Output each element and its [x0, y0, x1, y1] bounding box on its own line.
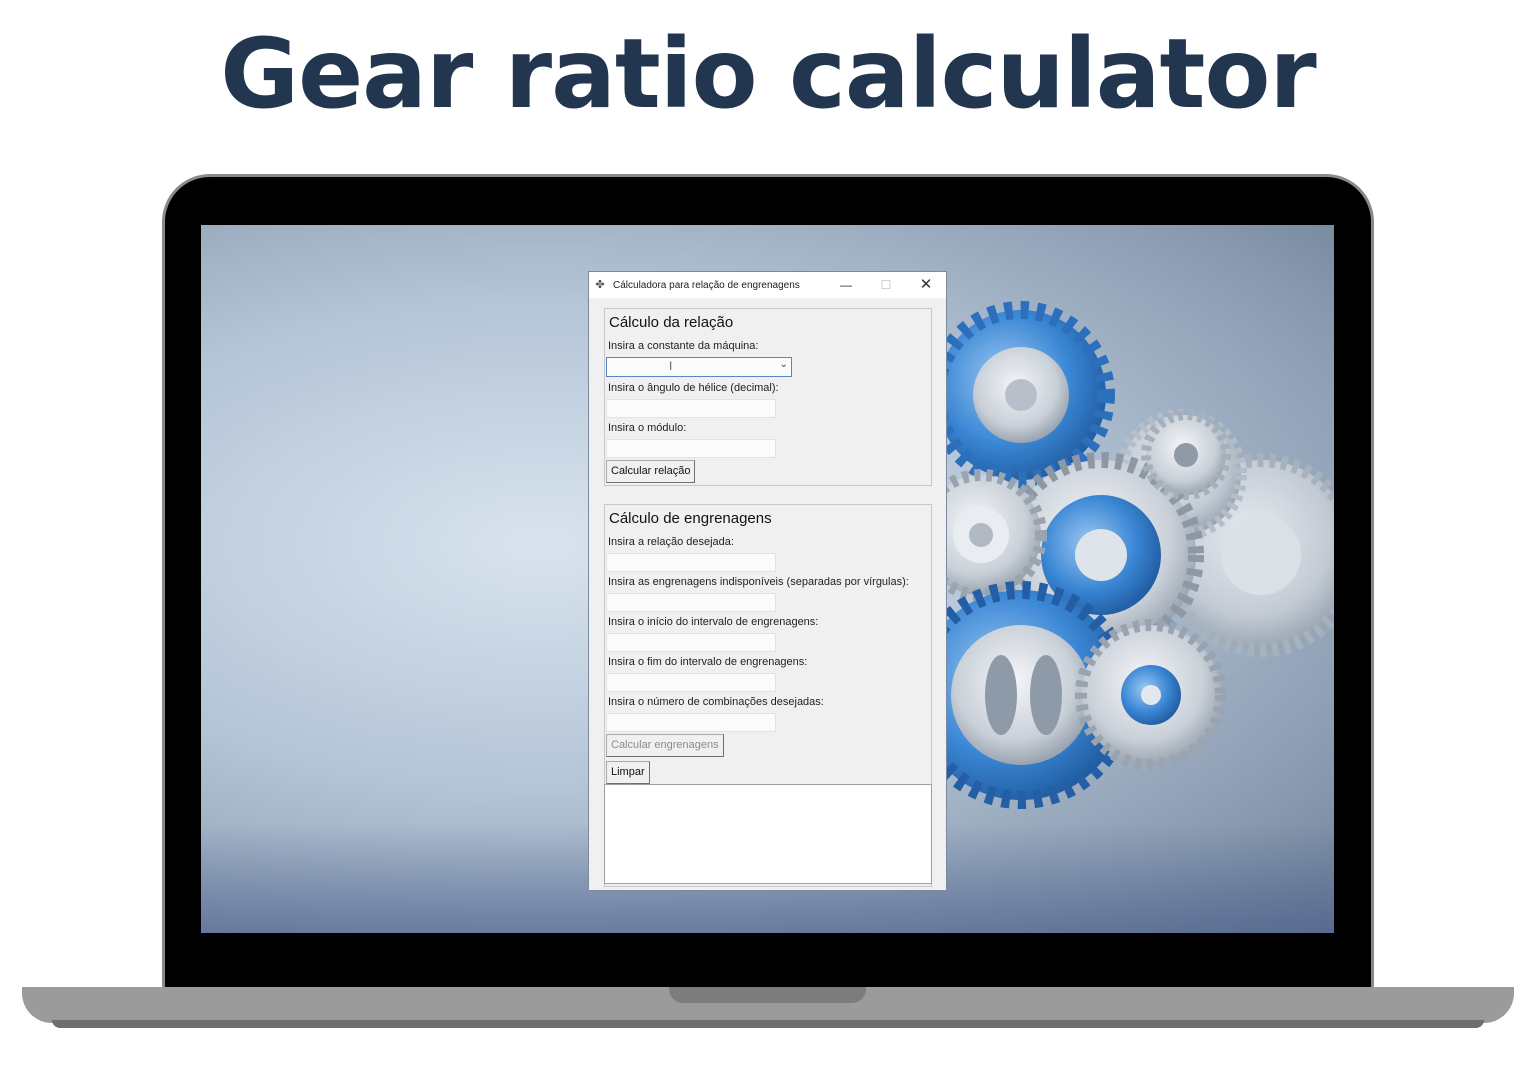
text-cursor-icon: I — [669, 359, 673, 373]
indisponiveis-input[interactable] — [606, 593, 776, 612]
calcular-relacao-button[interactable]: Calcular relação — [606, 460, 696, 483]
page-headline: Gear ratio calculator — [220, 18, 1316, 130]
results-textarea[interactable] — [604, 784, 932, 884]
calcular-engrenagens-button[interactable]: Calcular engrenagens — [606, 734, 724, 757]
combinacoes-label: Insira o número de combinações desejadas… — [608, 696, 824, 708]
relacao-heading: Cálculo da relação — [609, 314, 734, 331]
minimize-button[interactable]: — — [826, 272, 866, 298]
inicio-intervalo-input[interactable] — [606, 633, 776, 652]
modulo-label: Insira o módulo: — [608, 422, 687, 434]
indisponiveis-label: Insira as engrenagens indisponíveis (sep… — [608, 576, 909, 588]
limpar-button[interactable]: Limpar — [606, 761, 650, 784]
angulo-input[interactable] — [606, 399, 776, 418]
modulo-input[interactable] — [606, 439, 776, 458]
combinacoes-input[interactable] — [606, 713, 776, 732]
relacao-desejada-input[interactable] — [606, 553, 776, 572]
fim-intervalo-label: Insira o fim do intervalo de engrenagens… — [608, 656, 808, 668]
chevron-down-icon[interactable]: ⌄ — [780, 359, 788, 370]
inicio-intervalo-label: Insira o início do intervalo de engrenag… — [608, 616, 819, 628]
relacao-desejada-label: Insira a relação desejada: — [608, 536, 734, 548]
app-feather-icon: ✤ — [595, 279, 605, 291]
constante-combobox[interactable]: I ⌄ — [606, 357, 792, 377]
fim-intervalo-input[interactable] — [606, 673, 776, 692]
window-titlebar[interactable]: ✤ Cálculadora para relação de engrenagen… — [589, 272, 946, 298]
angulo-label: Insira o ângulo de hélice (decimal): — [608, 382, 779, 394]
close-button[interactable]: ✕ — [906, 272, 946, 298]
maximize-button[interactable]: ☐ — [866, 272, 906, 298]
laptop-notch — [669, 987, 866, 1003]
engrenagens-heading: Cálculo de engrenagens — [609, 510, 772, 527]
laptop-base-shadow — [52, 1020, 1484, 1028]
window-title: Cálculadora para relação de engrenagens — [613, 279, 800, 291]
constante-label: Insira a constante da máquina: — [608, 340, 759, 352]
relacao-group: Cálculo da relação Insira a constante da… — [604, 308, 932, 486]
gear-calculator-window: ✤ Cálculadora para relação de engrenagen… — [588, 271, 947, 891]
